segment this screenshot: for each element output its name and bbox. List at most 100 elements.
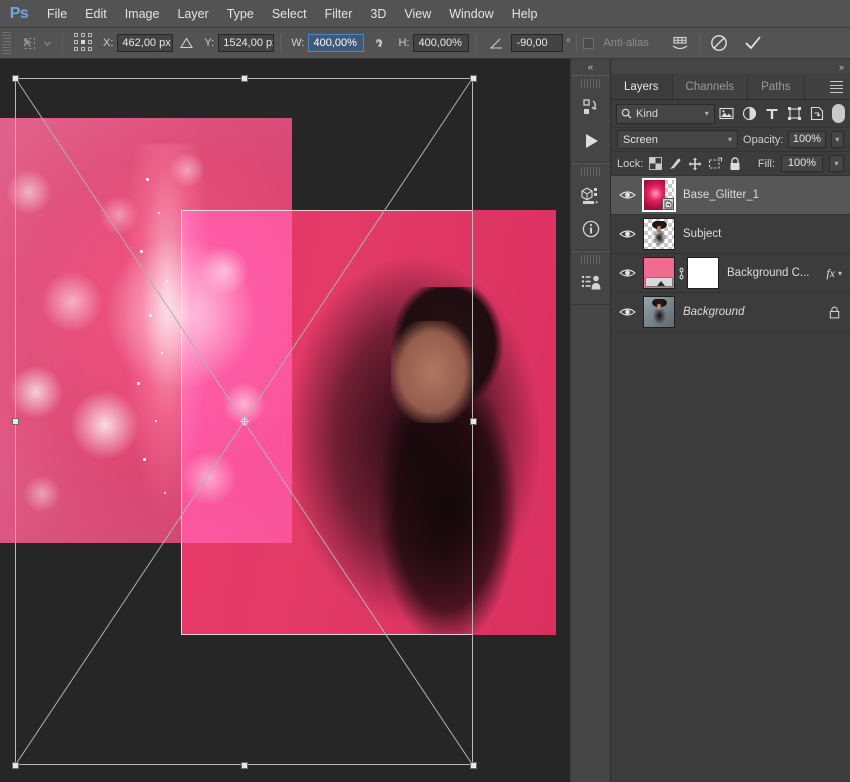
layer-name[interactable]: Background C... xyxy=(719,267,826,279)
layer-name[interactable]: Background xyxy=(675,306,829,318)
transform-handle-bottom-right[interactable] xyxy=(470,762,477,769)
menu-select[interactable]: Select xyxy=(263,0,316,28)
mask-link-icon[interactable] xyxy=(675,266,687,281)
transform-handle-top-center[interactable] xyxy=(241,75,248,82)
height-label: H: xyxy=(398,37,410,49)
play-actions-icon[interactable] xyxy=(571,124,610,158)
rail-grip-2[interactable] xyxy=(581,167,600,176)
fill-input[interactable]: 100% xyxy=(781,155,823,172)
layer-thumbnail[interactable] xyxy=(643,218,675,250)
menu-file[interactable]: File xyxy=(38,0,76,28)
angle-icon xyxy=(489,37,504,50)
tab-paths[interactable]: Paths xyxy=(748,74,805,99)
menu-layer[interactable]: Layer xyxy=(168,0,217,28)
menu-edit[interactable]: Edit xyxy=(76,0,116,28)
double-chevron-left-icon[interactable]: « xyxy=(571,59,610,75)
layer-name[interactable]: Base_Glitter_1 xyxy=(675,189,850,201)
reference-point-selector[interactable] xyxy=(73,32,95,54)
fill-label: Fill: xyxy=(757,157,775,170)
options-divider-4 xyxy=(576,33,578,53)
menu-type[interactable]: Type xyxy=(218,0,263,28)
double-chevron-right-icon[interactable]: » xyxy=(839,62,844,72)
layer-row-base-glitter-1[interactable]: Base_Glitter_1 xyxy=(611,176,850,215)
layer-mask-thumbnail[interactable] xyxy=(687,257,719,289)
cancel-transform-icon[interactable] xyxy=(706,31,732,55)
menu-view[interactable]: View xyxy=(395,0,440,28)
clone-source-icon[interactable] xyxy=(571,266,610,300)
layer-thumbnail[interactable] xyxy=(643,296,675,328)
filter-type-icon[interactable] xyxy=(761,103,783,125)
triangle-delta-icon[interactable] xyxy=(180,37,194,49)
menu-help[interactable]: Help xyxy=(503,0,547,28)
transform-handle-top-right[interactable] xyxy=(470,75,477,82)
eye-icon[interactable] xyxy=(611,189,643,201)
blend-mode-select[interactable]: Screen ▾ xyxy=(617,130,739,149)
eye-icon[interactable] xyxy=(611,306,643,318)
layer-row-subject[interactable]: Subject xyxy=(611,215,850,254)
transform-handle-top-left[interactable] xyxy=(12,75,19,82)
width-input[interactable]: 400,00% xyxy=(308,34,365,52)
lock-position-icon[interactable] xyxy=(688,157,702,171)
warp-icon[interactable] xyxy=(667,31,693,55)
blend-mode-value: Screen xyxy=(623,133,658,146)
libraries-icon[interactable] xyxy=(571,90,610,124)
layer-list: Base_Glitter_1 Subject Background C... f… xyxy=(611,176,850,332)
lock-all-icon[interactable] xyxy=(729,156,741,171)
opacity-slider-caret-icon[interactable]: ▾ xyxy=(830,131,844,148)
x-position-input[interactable]: 462,00 px xyxy=(117,34,174,52)
menu-window[interactable]: Window xyxy=(440,0,502,28)
layer-thumbnail[interactable] xyxy=(643,257,675,289)
3d-panel-icon[interactable] xyxy=(571,178,610,212)
chevron-down-icon[interactable]: ▾ xyxy=(838,269,850,278)
chevron-down-icon: ▾ xyxy=(704,109,709,118)
lock-image-pixels-icon[interactable] xyxy=(668,157,682,171)
layer-row-background[interactable]: Background xyxy=(611,293,850,332)
transform-handle-bottom-left[interactable] xyxy=(12,762,19,769)
filter-smartobject-icon[interactable] xyxy=(806,103,828,125)
layer-name[interactable]: Subject xyxy=(675,228,850,240)
x-position-label: X: xyxy=(103,37,114,49)
eye-icon[interactable] xyxy=(611,228,643,240)
filter-enable-toggle[interactable] xyxy=(832,104,845,123)
glitter-layer-preview xyxy=(0,118,292,543)
rotation-input[interactable]: -90,00 xyxy=(511,34,564,52)
chevron-down-icon: ▾ xyxy=(728,135,733,144)
layer-thumbnail[interactable] xyxy=(642,178,676,212)
menu-3d[interactable]: 3D xyxy=(361,0,395,28)
eye-icon[interactable] xyxy=(611,267,643,279)
layer-filter-row: Kind ▾ xyxy=(611,100,850,128)
anti-alias-checkbox[interactable] xyxy=(583,37,595,49)
layer-effects-icon[interactable]: fx xyxy=(826,266,838,281)
opacity-input[interactable]: 100% xyxy=(788,131,826,148)
options-bar-grip[interactable] xyxy=(2,32,11,54)
height-input[interactable]: 400,00% xyxy=(413,34,470,52)
link-chain-icon[interactable] xyxy=(371,37,387,49)
rail-grip-3[interactable] xyxy=(581,255,600,264)
lock-row: Lock: Fill: 100% ▾ xyxy=(611,152,850,176)
filter-shape-icon[interactable] xyxy=(784,103,806,125)
tool-preset-picker[interactable] xyxy=(13,32,56,54)
tab-layers[interactable]: Layers xyxy=(611,74,673,99)
fill-slider-caret-icon[interactable]: ▾ xyxy=(829,155,844,172)
filter-pixel-icon[interactable] xyxy=(716,103,738,125)
chevron-down-icon xyxy=(44,41,51,46)
panel-menu-icon[interactable] xyxy=(830,74,843,100)
lock-artboard-nesting-icon[interactable] xyxy=(708,156,723,171)
info-panel-icon[interactable] xyxy=(571,212,610,246)
search-icon xyxy=(621,108,632,119)
filter-kind-select[interactable]: Kind ▾ xyxy=(616,103,715,124)
transform-handle-bottom-center[interactable] xyxy=(241,762,248,769)
commit-transform-icon[interactable] xyxy=(740,31,766,55)
smart-object-badge-icon xyxy=(662,198,674,210)
rail-group-libraries xyxy=(571,75,610,163)
canvas-area[interactable] xyxy=(0,59,570,782)
y-position-input[interactable]: 1524,00 px xyxy=(218,34,275,52)
rail-grip-1[interactable] xyxy=(581,79,600,88)
options-divider-3 xyxy=(475,33,477,53)
filter-adjustment-icon[interactable] xyxy=(738,103,760,125)
menu-filter[interactable]: Filter xyxy=(316,0,362,28)
menu-image[interactable]: Image xyxy=(116,0,169,28)
layer-row-background-color[interactable]: Background C... fx ▾ xyxy=(611,254,850,293)
lock-transparent-pixels-icon[interactable] xyxy=(649,157,663,170)
tab-channels[interactable]: Channels xyxy=(672,74,749,99)
